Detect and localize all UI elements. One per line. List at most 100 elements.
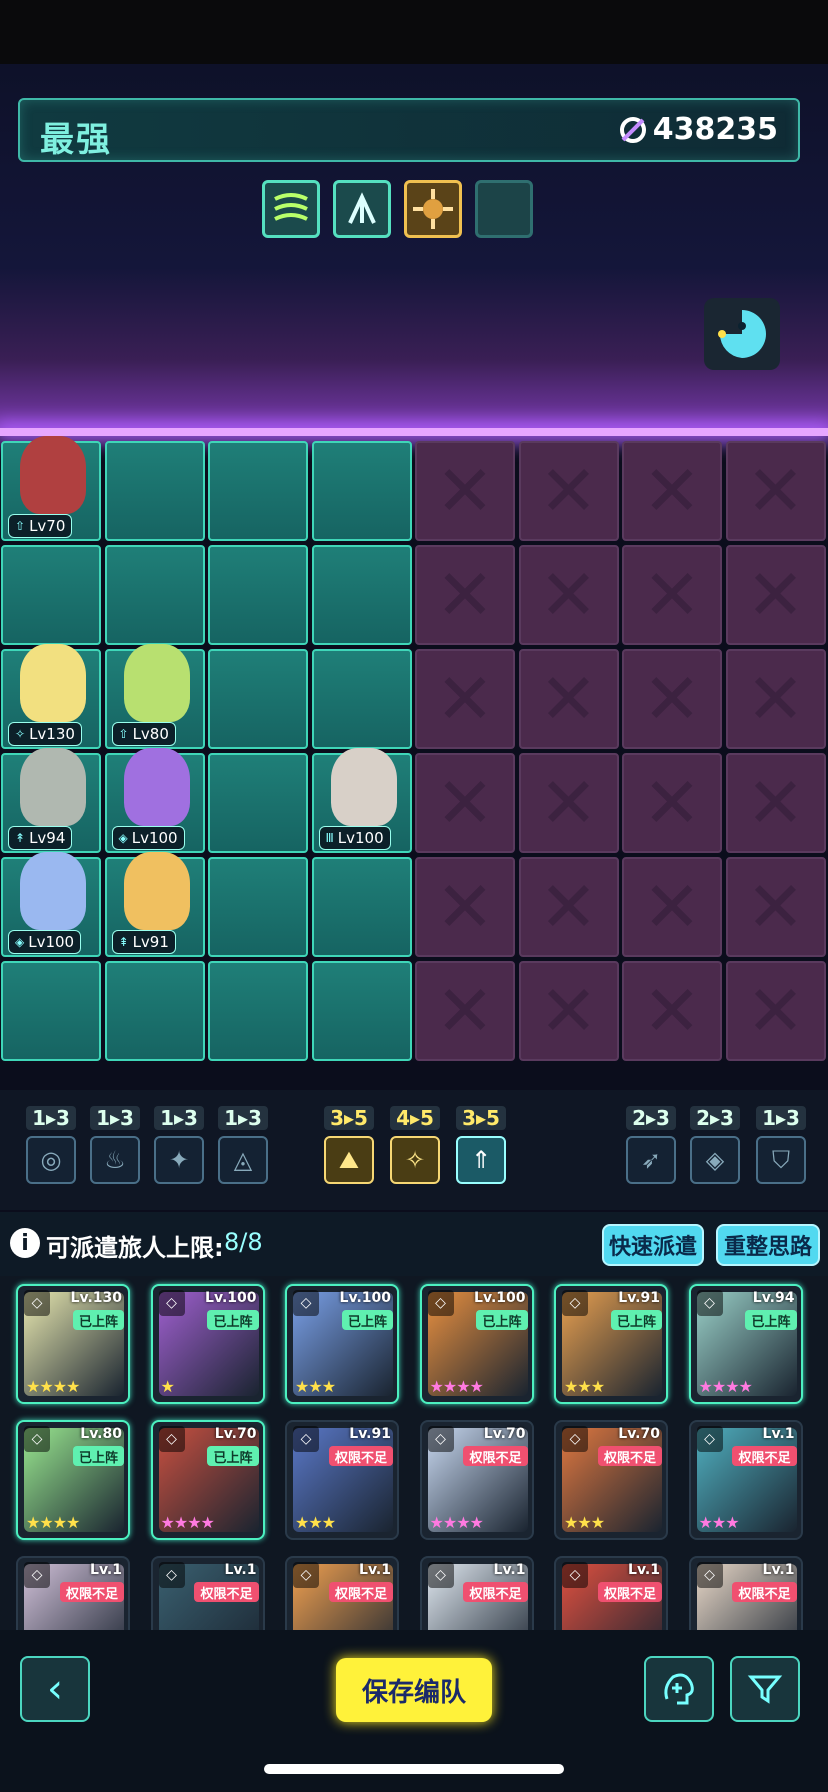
roster-card[interactable]: ◇ Lv.1 权限不足 [16,1556,130,1630]
roster-card[interactable]: ◇ Lv.130 已上阵 ★★★★ [16,1284,130,1404]
synergy-diamond-class[interactable]: 2▸3 ◈ [690,1106,740,1184]
back-button[interactable]: ‹ [20,1656,90,1722]
save-team-button[interactable]: 保存编队 [336,1658,492,1722]
deploy-cell[interactable] [311,545,412,645]
card-level: Lv.1 [224,1562,257,1578]
deploy-cell[interactable] [208,753,308,853]
synergy-shuriken-class[interactable]: 1▸3 ✦ [154,1106,204,1184]
fountain-emblem-icon [348,192,376,224]
enemy-cell [725,441,826,541]
deploy-cell[interactable] [208,545,308,645]
synergy-shield-class[interactable]: 1▸3 ⛉ [756,1106,806,1184]
star-class-icon: ✧ [390,1136,440,1184]
roster-card[interactable]: ◇ Lv.1 权限不足 [419,1556,534,1630]
roster-card[interactable]: ◇ Lv.1 权限不足 [688,1556,803,1630]
deployed-tag: 已上阵 [72,1310,124,1330]
insufficient-permission-tag: 权限不足 [463,1446,528,1466]
synergy-count: 4▸5 [390,1106,440,1130]
synergy-spiral-class[interactable]: 1▸3 ◎ [26,1106,76,1184]
brain-icon [664,1673,694,1705]
synergy-bow-class[interactable]: 2▸3 ➶ [626,1106,676,1184]
bonus-slot-4[interactable] [475,180,533,238]
flame-class-icon: ♨ [90,1136,140,1184]
shield-class-icon: ⛉ [756,1136,806,1184]
enemy-cell [725,753,826,853]
deploy-cell[interactable] [208,441,308,541]
roster-card[interactable]: ◇ Lv.94 已上阵 ★★★★ [688,1284,803,1404]
bow-class-icon: ➶ [626,1136,676,1184]
bonus-slot-1[interactable] [262,180,320,238]
enemy-cell [518,961,619,1061]
deploy-cell[interactable] [1,961,101,1061]
team-title-bar[interactable]: 最强 438235 [18,98,800,162]
info-icon[interactable]: i [10,1228,40,1258]
star-rating: ★★★★ [429,1377,484,1396]
roster-card[interactable]: ◇ Lv.1 权限不足 [554,1556,668,1630]
deploy-cell[interactable] [208,961,308,1061]
enemy-cell [622,441,722,541]
roster-card[interactable]: ◇ Lv.70 权限不足 ★★★★ [419,1420,534,1540]
deploy-cell[interactable] [208,857,308,957]
class-icon: ◇ [24,1290,50,1316]
board-hero[interactable]: Ⅲ Lv100 [317,748,409,850]
board-hero[interactable]: ◈ Lv100 [6,852,98,954]
board-hero[interactable]: ✧ Lv130 [6,644,98,746]
enemy-cell [518,441,619,541]
roster-card[interactable]: ◇ Lv.70 已上阵 ★★★★ [150,1420,265,1540]
deploy-cell[interactable] [311,649,412,749]
class-icon: ◈ [118,831,128,845]
pacman-helper-button[interactable] [704,298,780,370]
synergy-up-arrow-class[interactable]: 3▸5 ⇑ [456,1106,506,1184]
deploy-cell[interactable] [104,441,205,541]
roster-card[interactable]: ◇ Lv.80 已上阵 ★★★★ [16,1420,130,1540]
deploy-cell[interactable] [1,545,101,645]
roster-card[interactable]: ◇ Lv.1 权限不足 [150,1556,265,1630]
board-hero[interactable]: ◈ Lv100 [110,748,202,850]
roster-card[interactable]: ◇ Lv.100 已上阵 ★★★ [285,1284,399,1404]
roster-card[interactable]: ◇ Lv.100 已上阵 ★ [150,1284,265,1404]
roster-card[interactable]: ◇ Lv.1 权限不足 ★★★ [688,1420,803,1540]
quick-dispatch-button[interactable]: 快速派遣 [602,1224,704,1266]
enemy-cell [518,649,619,749]
synergy-flame-class[interactable]: 1▸3 ♨ [90,1106,140,1184]
wave-emblem-icon [274,193,308,221]
deploy-cell[interactable] [311,441,412,541]
star-rating: ★★★ [564,1513,605,1532]
enemy-cell [622,857,722,957]
hero-level: Lv70 [29,517,66,535]
brain-button[interactable] [644,1656,714,1722]
synergy-star-class[interactable]: 4▸5 ✧ [390,1106,440,1184]
deploy-cell[interactable] [104,961,205,1061]
reset-thoughts-button[interactable]: 重整思路 [716,1224,820,1266]
roster-card[interactable]: ◇ Lv.100 已上阵 ★★★★ [419,1284,534,1404]
board-hero[interactable]: ⇧ Lv80 [110,644,202,746]
hero-sprite [123,644,190,722]
deploy-cell[interactable] [311,961,412,1061]
card-level: Lv.80 [80,1426,122,1442]
deploy-cell[interactable] [104,545,205,645]
star-rating: ★★★★ [26,1513,80,1532]
arrowhead-class-icon: ◬ [218,1136,268,1184]
deploy-cell[interactable] [311,857,412,957]
card-level: Lv.1 [359,1562,391,1578]
deployed-tag: 已上阵 [745,1310,797,1330]
battle-grid: ⇧Lv70✧Lv130⇧Lv80↟Lv94◈Lv100ⅢLv100◈Lv100⇞… [0,436,828,1080]
roster-card[interactable]: ◇ Lv.91 权限不足 ★★★ [285,1420,399,1540]
class-icon: ⇧ [118,727,129,741]
roster-card[interactable]: ◇ Lv.91 已上阵 ★★★ [554,1284,668,1404]
deploy-cell[interactable] [208,649,308,749]
filter-button[interactable] [730,1656,800,1722]
synergy-count: 1▸3 [218,1106,268,1130]
board-hero[interactable]: ⇧ Lv70 [6,436,98,538]
card-level: Lv.1 [628,1562,660,1578]
bonus-slot-3[interactable] [404,180,462,238]
board-hero[interactable]: ↟ Lv94 [6,748,98,850]
bonus-slot-2[interactable] [333,180,391,238]
board-hero[interactable]: ⇞ Lv91 [110,852,202,954]
synergy-mountain-class[interactable]: 3▸5 ⛰ [324,1106,374,1184]
roster-card[interactable]: ◇ Lv.70 权限不足 ★★★ [554,1420,668,1540]
synergy-arrowhead-class[interactable]: 1▸3 ◬ [218,1106,268,1184]
insufficient-permission-tag: 权限不足 [597,1446,662,1466]
hero-sprite [20,748,86,826]
roster-card[interactable]: ◇ Lv.1 权限不足 [285,1556,399,1630]
